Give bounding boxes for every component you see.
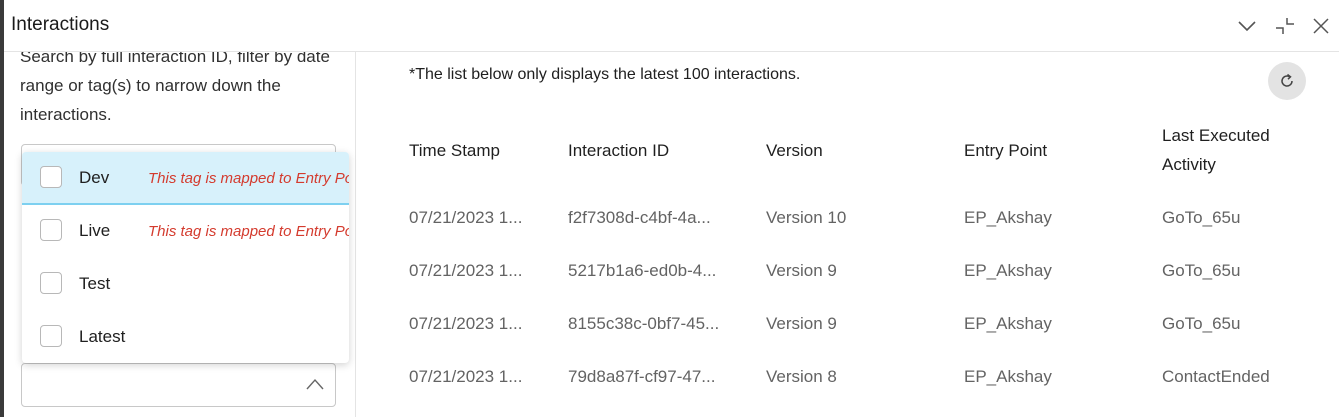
refresh-icon — [1281, 73, 1293, 87]
cell-version: Version 9 — [766, 314, 837, 333]
checkbox[interactable] — [40, 325, 62, 347]
cell-last-activity: GoTo_65u — [1162, 208, 1241, 227]
column-header-version[interactable]: Version — [766, 136, 823, 165]
minimize-icon[interactable] — [1274, 15, 1296, 37]
tag-option-test[interactable]: Test — [22, 258, 349, 311]
cell-time-stamp: 07/21/2023 1... — [409, 261, 523, 280]
tag-option-label: Latest — [79, 327, 126, 346]
cell-interaction-id[interactable]: 5217b1a6-ed0b-4... — [568, 261, 716, 281]
tag-option-live[interactable]: Live This tag is mapped to Entry Po — [22, 205, 349, 258]
cell-time-stamp: 07/21/2023 1... — [409, 208, 523, 227]
column-header-time-stamp[interactable]: Time Stamp — [409, 136, 500, 165]
tag-dropdown: Dev This tag is mapped to Entry Po Live … — [22, 152, 349, 363]
tag-option-label: Test — [79, 274, 111, 293]
cell-version: Version 8 — [766, 367, 837, 386]
cell-version: Version 9 — [766, 261, 837, 280]
chevron-up-icon — [305, 377, 325, 391]
window-header: Interactions — [4, 0, 1339, 52]
checkbox[interactable] — [40, 219, 62, 241]
checkbox[interactable] — [40, 272, 62, 294]
cell-interaction-id[interactable]: 8155c38c-0bf7-45... — [568, 314, 719, 334]
chevron-down-icon[interactable] — [1236, 15, 1258, 37]
close-icon[interactable] — [1310, 15, 1332, 37]
cell-entry-point: EP_Akshay — [964, 208, 1052, 227]
tag-mapping-note: This tag is mapped to Entry Po — [148, 170, 349, 187]
column-header-interaction-id[interactable]: Interaction ID — [568, 136, 669, 165]
cell-last-activity: GoTo_65u — [1162, 261, 1241, 280]
cell-interaction-id[interactable]: 79d8a87f-cf97-47... — [568, 367, 715, 387]
tag-option-dev[interactable]: Dev This tag is mapped to Entry Po — [22, 152, 349, 205]
cell-last-activity: ContactEnded — [1162, 367, 1270, 386]
tag-select[interactable] — [21, 363, 336, 407]
column-header-entry-point[interactable]: Entry Point — [964, 136, 1047, 165]
cell-time-stamp: 07/21/2023 1... — [409, 314, 523, 333]
tag-option-label: Dev — [79, 168, 110, 187]
list-limit-note: *The list below only displays the latest… — [409, 66, 801, 83]
cell-version: Version 10 — [766, 208, 847, 227]
tag-option-label: Live — [79, 221, 111, 240]
cell-time-stamp: 07/21/2023 1... — [409, 367, 523, 386]
cell-entry-point: EP_Akshay — [964, 314, 1052, 333]
column-header-last-executed-activity[interactable]: Last Executed Activity — [1162, 121, 1292, 179]
cell-entry-point: EP_Akshay — [964, 261, 1052, 280]
window-title: Interactions — [11, 14, 110, 35]
cell-entry-point: EP_Akshay — [964, 367, 1052, 386]
tag-option-latest[interactable]: Latest — [22, 311, 349, 363]
cell-interaction-id[interactable]: f2f7308d-c4bf-4a... — [568, 208, 711, 228]
tag-mapping-note: This tag is mapped to Entry Po — [148, 223, 349, 240]
filter-description: Search by full interaction ID, filter by… — [20, 52, 330, 124]
cell-last-activity: GoTo_65u — [1162, 314, 1241, 333]
checkbox[interactable] — [40, 166, 62, 188]
refresh-button[interactable] — [1268, 62, 1306, 100]
